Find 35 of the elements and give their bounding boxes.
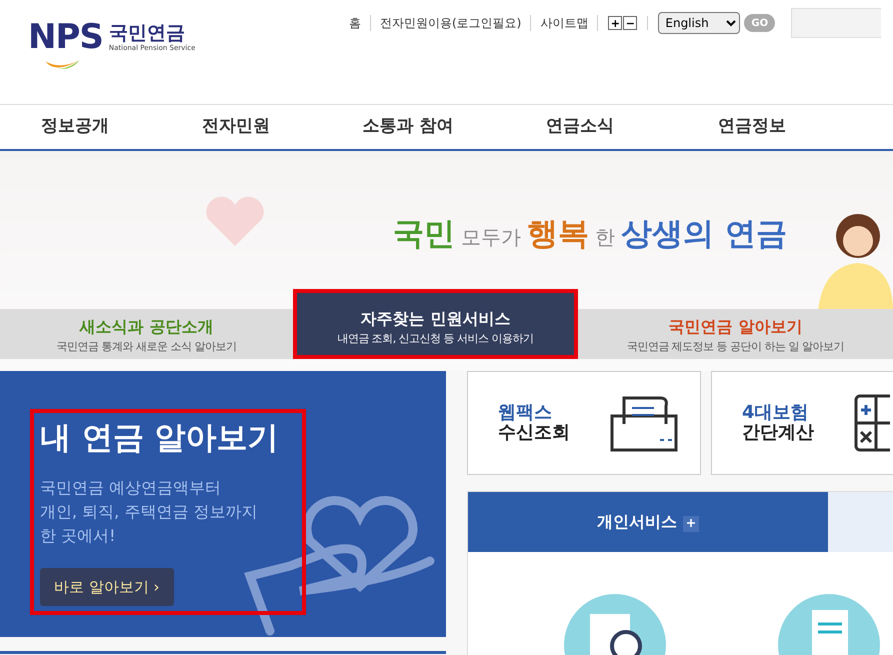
service-subtitle: 수신조회 [498,423,570,443]
font-decrease-button[interactable]: − [623,16,638,30]
slogan-text: 한 [595,224,615,251]
quick-tab[interactable]: 국민연금 알아보기 국민연금 제도정보 등 공단이 하는 일 알아보기 [578,309,893,359]
service-card[interactable]: 웹팩스 수신조회 [467,371,701,475]
slogan-text: 행복 [527,215,589,254]
service-card[interactable]: 4대보험 간단계산 [711,371,893,475]
search-field[interactable] [791,8,882,38]
language-select[interactable]: English [658,12,740,34]
utility-link[interactable]: 전자민원이용(로그인필요) [371,15,532,31]
font-increase-button[interactable]: + [608,16,622,30]
hero-title: 내 연금 알아보기 [40,419,280,458]
slogan-text: 상생의 연금 [621,215,787,254]
service-title: 4대보험 [742,403,810,423]
utility-link[interactable]: 홈 [340,15,371,31]
utility-link[interactable]: 사이트맵 [531,15,598,31]
hero-description: 국민연금 예상연금액부터 개인, 퇴직, 주택연금 정보까지 한 곳에서! [40,476,258,546]
nav-menu-item[interactable]: 소통과 참여 [322,114,494,140]
nav-menu-item[interactable]: 전자민원 [150,114,322,140]
slogan-text: 모두가 [461,224,521,251]
calculator-icon [854,394,890,452]
quick-tab[interactable]: 자주찾는 민원서비스 내연금 조회, 신고신청 등 서비스 이용하기 [293,289,578,359]
nav-menu-item[interactable]: 연금소식 [494,114,666,140]
logo-name: 국민연금 [108,24,186,43]
logo-text: NPS [28,20,103,54]
plus-icon [683,516,699,532]
nav-menu-item[interactable]: 정보공개 [0,114,150,140]
service-subtitle: 간단계산 [742,423,814,443]
fax-machine-icon [610,394,678,452]
service-tab[interactable]: 개인서비스 [468,492,828,552]
learn-more-button[interactable]: 바로 알아보기 › [40,568,174,606]
quick-tab[interactable]: 새소식과 공단소개 국민연금 통계와 새로운 소식 알아보기 [0,309,293,359]
nav-menu-item[interactable]: 연금정보 [666,114,838,140]
service-title: 웹팩스 [498,403,553,423]
slogan-text: 국민 [393,215,455,254]
